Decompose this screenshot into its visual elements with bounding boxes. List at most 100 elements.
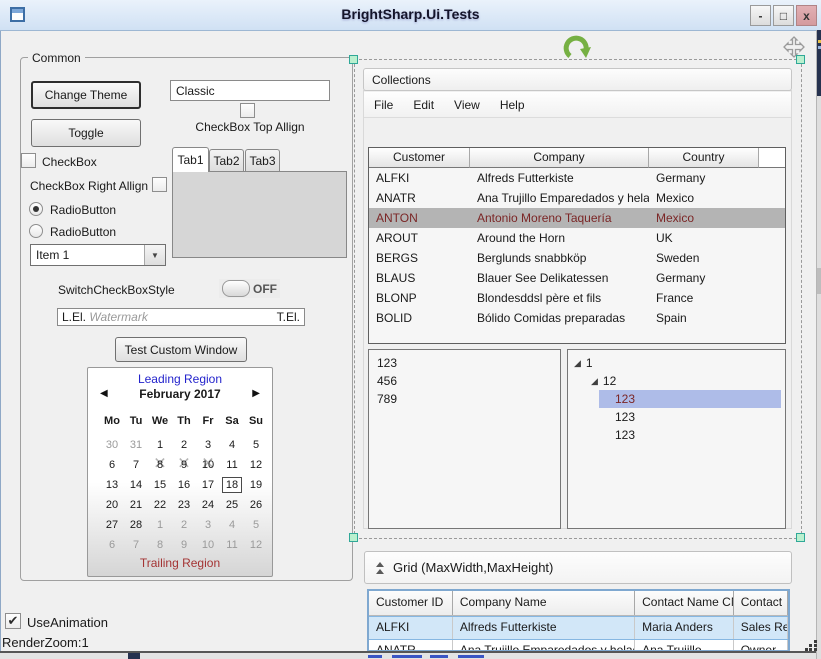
tree-node-12[interactable]: ◢12: [568, 372, 785, 390]
calendar-day[interactable]: 11: [220, 535, 244, 555]
column-header[interactable]: Customer ID: [369, 591, 453, 615]
calendar-day[interactable]: 21: [124, 495, 148, 515]
grid-expander-header[interactable]: Grid (MaxWidth,MaxHeight): [364, 551, 792, 584]
column-header[interactable]: Company: [470, 148, 649, 168]
tree-leaf[interactable]: 123: [599, 408, 781, 426]
calendar-day[interactable]: 3: [196, 515, 220, 535]
calendar-day[interactable]: 23: [172, 495, 196, 515]
toggle-button[interactable]: Toggle: [31, 119, 141, 147]
checkbox[interactable]: [21, 153, 36, 168]
table-row[interactable]: BERGSBerglunds snabbköpSweden: [369, 248, 785, 268]
title-bar[interactable]: BrightSharp.Ui.Tests - □ x: [0, 0, 821, 31]
switch-thumb[interactable]: [222, 280, 250, 297]
radio-button-1[interactable]: [29, 202, 43, 216]
calendar-day[interactable]: ✕9: [172, 455, 196, 475]
calendar-day[interactable]: 5: [244, 515, 268, 535]
selection-handle-bottom-left[interactable]: [349, 533, 358, 542]
table-row[interactable]: BLAUSBlauer See DelikatessenGermany: [369, 268, 785, 288]
selection-handle-bottom-right[interactable]: [796, 533, 805, 542]
checkbox-top-align[interactable]: [240, 103, 255, 118]
table-row[interactable]: ANTONAntonio Moreno TaqueríaMexico: [369, 208, 785, 228]
calendar-day[interactable]: 6: [100, 455, 124, 475]
tab-tab2[interactable]: Tab2: [209, 149, 244, 172]
calendar-day[interactable]: 13: [100, 475, 124, 495]
calendar-next-icon[interactable]: ▶: [252, 388, 260, 399]
column-header[interactable]: Company Name: [453, 591, 635, 615]
minimize-button[interactable]: -: [750, 5, 771, 26]
calendar-day[interactable]: 24: [196, 495, 220, 515]
table-row[interactable]: ALFKIAlfreds FutterkisteMaria AndersSale…: [369, 616, 788, 640]
tree-leaf[interactable]: 123: [599, 426, 781, 444]
close-button[interactable]: x: [796, 5, 817, 26]
calendar-day[interactable]: 1: [148, 515, 172, 535]
table-row[interactable]: BLONPBlondesddsl père et filsFrance: [369, 288, 785, 308]
column-header[interactable]: Contact: [734, 591, 788, 615]
calendar-day[interactable]: 2: [172, 435, 196, 455]
calendar-day[interactable]: 12: [244, 455, 268, 475]
calendar-day[interactable]: 27: [100, 515, 124, 535]
calendar-day[interactable]: 2: [172, 515, 196, 535]
calendar-day[interactable]: 7: [124, 535, 148, 555]
calendar-day[interactable]: 14: [124, 475, 148, 495]
menu-item-edit[interactable]: Edit: [403, 92, 444, 117]
menu-item-file[interactable]: File: [364, 92, 403, 117]
tree-expanded-icon[interactable]: ◢: [574, 354, 581, 372]
calendar-month-title[interactable]: February 2017: [88, 387, 272, 401]
calendar-prev-icon[interactable]: ◀: [100, 388, 108, 399]
collapse-up-icon[interactable]: [376, 561, 384, 575]
maximize-button[interactable]: □: [773, 5, 794, 26]
calendar-day[interactable]: 30: [100, 435, 124, 455]
calendar-day[interactable]: 16: [172, 475, 196, 495]
change-theme-button[interactable]: Change Theme: [31, 81, 141, 109]
calendar-day[interactable]: 15: [148, 475, 172, 495]
watermark-textbox[interactable]: L.El. Watermark T.El.: [57, 308, 305, 326]
calendar-day[interactable]: 19: [244, 475, 268, 495]
calendar-day[interactable]: 31: [124, 435, 148, 455]
list-item[interactable]: 456: [369, 372, 560, 390]
item-combobox[interactable]: Item 1 ▼: [30, 244, 166, 266]
calendar-day[interactable]: 5: [244, 435, 268, 455]
test-custom-window-button[interactable]: Test Custom Window: [115, 337, 247, 362]
use-animation-checkbox[interactable]: ✔: [5, 613, 21, 629]
selection-handle-top-left[interactable]: [349, 55, 358, 64]
tree-node-1[interactable]: ◢1: [568, 354, 785, 372]
menu-item-help[interactable]: Help: [490, 92, 535, 117]
chevron-down-icon[interactable]: ▼: [144, 245, 165, 265]
calendar-day[interactable]: 22: [148, 495, 172, 515]
calendar-day[interactable]: 9: [172, 535, 196, 555]
calendar-day[interactable]: 11: [220, 455, 244, 475]
switch-checkbox[interactable]: OFF: [219, 279, 280, 298]
tree-leaf[interactable]: 123: [599, 390, 781, 408]
calendar-day[interactable]: 3: [196, 435, 220, 455]
resize-grip[interactable]: [805, 640, 818, 652]
calendar-day[interactable]: 1: [148, 435, 172, 455]
table-row[interactable]: BOLIDBólido Comidas preparadasSpain: [369, 308, 785, 328]
column-header[interactable]: Contact Name CN: [635, 591, 734, 615]
radio-button-2[interactable]: [29, 224, 43, 238]
menu-item-view[interactable]: View: [444, 92, 490, 117]
calendar-day[interactable]: 28: [124, 515, 148, 535]
theme-textbox[interactable]: Classic: [170, 80, 330, 101]
calendar-day[interactable]: 8: [148, 535, 172, 555]
calendar-day[interactable]: 17: [196, 475, 220, 495]
rotate-handle-icon[interactable]: [562, 34, 592, 64]
checkbox-right-align[interactable]: [152, 177, 167, 192]
selection-handle-top-right[interactable]: [796, 55, 805, 64]
calendar-day[interactable]: 12: [244, 535, 268, 555]
calendar-day[interactable]: 10: [196, 535, 220, 555]
table-row[interactable]: ALFKIAlfreds FutterkisteGermany: [369, 168, 785, 188]
tab-tab3[interactable]: Tab3: [245, 149, 280, 172]
tab-tab1[interactable]: Tab1: [172, 147, 209, 172]
column-header[interactable]: Country: [649, 148, 759, 168]
calendar-day[interactable]: 26: [244, 495, 268, 515]
calendar-day[interactable]: ✕10: [196, 455, 220, 475]
table-row[interactable]: AROUTAround the HornUK: [369, 228, 785, 248]
collections-group-header[interactable]: Collections: [363, 68, 792, 91]
list-item[interactable]: 789: [369, 390, 560, 408]
calendar-day[interactable]: 7: [124, 455, 148, 475]
calendar-day[interactable]: ✕8: [148, 455, 172, 475]
calendar-day[interactable]: 4: [220, 435, 244, 455]
calendar-day[interactable]: 18: [220, 475, 244, 495]
tree-expanded-icon[interactable]: ◢: [591, 372, 598, 390]
list-item[interactable]: 123: [369, 354, 560, 372]
